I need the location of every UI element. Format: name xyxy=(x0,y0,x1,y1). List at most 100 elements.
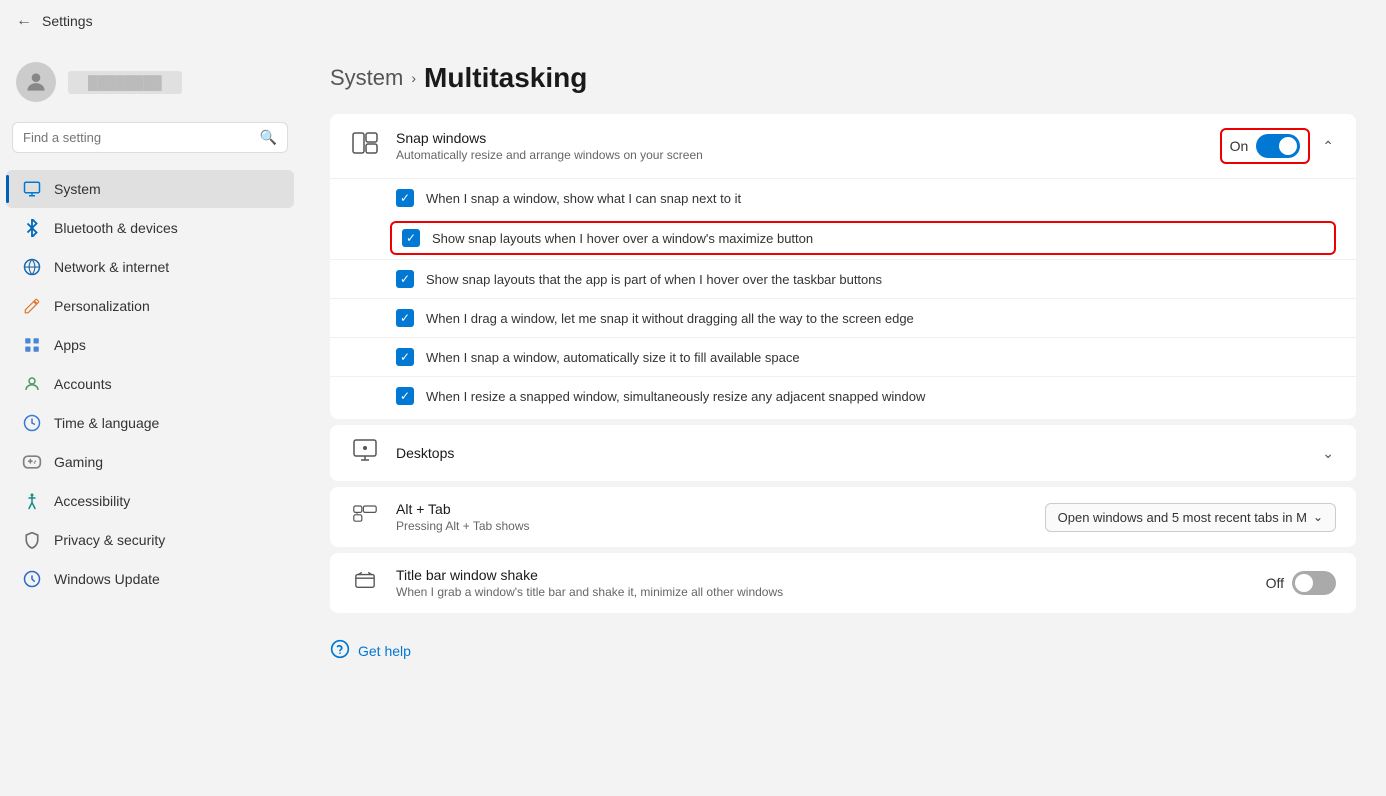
network-icon xyxy=(22,257,42,277)
sidebar-item-time[interactable]: Time & language xyxy=(6,404,294,442)
snap-toggle-box[interactable]: On xyxy=(1220,128,1311,164)
alt-tab-header: ↹ Alt + Tab Pressing Alt + Tab shows Ope… xyxy=(330,487,1356,547)
checkbox-item-5: ✓ When I snap a window, automatically si… xyxy=(330,337,1356,376)
sidebar-item-label-time: Time & language xyxy=(54,415,159,431)
toggle-knob-shake xyxy=(1295,574,1313,592)
checkbox-6[interactable]: ✓ xyxy=(396,387,414,405)
sidebar-item-personalization[interactable]: Personalization xyxy=(6,287,294,325)
snap-windows-icon xyxy=(350,132,380,160)
title-bar-shake-toggle-container: Off xyxy=(1266,571,1336,595)
alt-tab-title: Alt + Tab xyxy=(396,501,1029,517)
snap-windows-header[interactable]: Snap windows Automatically resize and ar… xyxy=(330,114,1356,178)
search-icon: 🔍 xyxy=(260,129,277,146)
snap-windows-right: On ⌃ xyxy=(1220,128,1336,164)
title-bar-shake-toggle[interactable] xyxy=(1292,571,1336,595)
alt-tab-dropdown[interactable]: Open windows and 5 most recent tabs in M… xyxy=(1045,503,1336,532)
sidebar-item-label-apps: Apps xyxy=(54,337,86,353)
sidebar-item-update[interactable]: Windows Update xyxy=(6,560,294,598)
sidebar-item-label-gaming: Gaming xyxy=(54,454,103,470)
snap-toggle-label: On xyxy=(1230,138,1249,154)
snap-windows-toggle[interactable] xyxy=(1256,134,1300,158)
checkbox-label-1: When I snap a window, show what I can sn… xyxy=(426,191,741,206)
dropdown-chevron-icon: ⌄ xyxy=(1313,510,1323,524)
alt-tab-right: Open windows and 5 most recent tabs in M… xyxy=(1045,503,1336,532)
sidebar-item-privacy[interactable]: Privacy & security xyxy=(6,521,294,559)
get-help-section[interactable]: Get help xyxy=(330,619,1356,682)
app-title: Settings xyxy=(42,13,93,29)
get-help-label: Get help xyxy=(358,643,411,659)
title-bar-shake-card: Title bar window shake When I grab a win… xyxy=(330,553,1356,613)
sidebar-item-system[interactable]: System xyxy=(6,170,294,208)
sidebar-item-apps[interactable]: Apps xyxy=(6,326,294,364)
breadcrumb-system[interactable]: System xyxy=(330,65,403,91)
svg-text:↹: ↹ xyxy=(355,511,358,515)
sidebar-item-label-accessibility: Accessibility xyxy=(54,493,130,509)
time-icon xyxy=(22,413,42,433)
snap-windows-text: Snap windows Automatically resize and ar… xyxy=(396,130,1204,162)
title-bar-shake-title: Title bar window shake xyxy=(396,567,1250,583)
sidebar-item-label-system: System xyxy=(54,181,101,197)
nav-menu: System Bluetooth & devices Network & xyxy=(0,169,300,599)
personalization-icon xyxy=(22,296,42,316)
sidebar-item-label-update: Windows Update xyxy=(54,571,160,587)
alt-tab-text: Alt + Tab Pressing Alt + Tab shows xyxy=(396,501,1029,533)
snap-windows-title: Snap windows xyxy=(396,130,1204,146)
checkbox-label-4: When I drag a window, let me snap it wit… xyxy=(426,311,914,326)
checkbox-item-6: ✓ When I resize a snapped window, simult… xyxy=(330,376,1356,419)
checkbox-1[interactable]: ✓ xyxy=(396,189,414,207)
gaming-icon xyxy=(22,452,42,472)
checkbox-2[interactable]: ✓ xyxy=(402,229,420,247)
page-title: Multitasking xyxy=(424,62,587,94)
sidebar-item-network[interactable]: Network & internet xyxy=(6,248,294,286)
checkbox-item-1: ✓ When I snap a window, show what I can … xyxy=(330,178,1356,217)
alt-tab-subtitle: Pressing Alt + Tab shows xyxy=(396,519,1029,533)
toggle-knob xyxy=(1279,137,1297,155)
sidebar-item-accounts[interactable]: Accounts xyxy=(6,365,294,403)
checkbox-label-6: When I resize a snapped window, simultan… xyxy=(426,389,925,404)
get-help-icon xyxy=(330,639,350,662)
sidebar-item-gaming[interactable]: Gaming xyxy=(6,443,294,481)
content-area: System › Multitasking Snap windows Autom… xyxy=(300,42,1386,796)
title-bar-shake-header: Title bar window shake When I grab a win… xyxy=(330,553,1356,613)
checkbox-label-2: Show snap layouts when I hover over a wi… xyxy=(432,231,813,246)
desktops-icon xyxy=(350,439,380,467)
avatar xyxy=(16,62,56,102)
sidebar-item-label-privacy: Privacy & security xyxy=(54,532,165,548)
checkbox-5[interactable]: ✓ xyxy=(396,348,414,366)
checkbox-label-5: When I snap a window, automatically size… xyxy=(426,350,800,365)
search-box[interactable]: 🔍 xyxy=(12,122,288,153)
sidebar-item-label-bluetooth: Bluetooth & devices xyxy=(54,220,178,236)
sidebar-item-accessibility[interactable]: Accessibility xyxy=(6,482,294,520)
update-icon xyxy=(22,569,42,589)
desktops-expand-button[interactable]: ⌄ xyxy=(1320,443,1336,464)
desktops-header[interactable]: Desktops ⌄ xyxy=(330,425,1356,481)
snap-windows-expand-button[interactable]: ⌃ xyxy=(1320,136,1336,157)
alt-tab-icon: ↹ xyxy=(350,503,380,531)
apps-icon xyxy=(22,335,42,355)
checkbox-4[interactable]: ✓ xyxy=(396,309,414,327)
sidebar-item-label-personalization: Personalization xyxy=(54,298,150,314)
snap-windows-card: Snap windows Automatically resize and ar… xyxy=(330,114,1356,419)
sidebar: ████████ 🔍 System xyxy=(0,42,300,796)
desktops-right: ⌄ xyxy=(1320,443,1336,464)
title-bar: ← Settings xyxy=(0,0,1386,42)
main-layout: ████████ 🔍 System xyxy=(0,42,1386,796)
snap-windows-subtitle: Automatically resize and arrange windows… xyxy=(396,148,1204,162)
sidebar-item-label-network: Network & internet xyxy=(54,259,169,275)
checkbox-item-4: ✓ When I drag a window, let me snap it w… xyxy=(330,298,1356,337)
system-icon xyxy=(22,179,42,199)
desktops-text: Desktops xyxy=(396,445,1304,461)
privacy-icon xyxy=(22,530,42,550)
sidebar-item-label-accounts: Accounts xyxy=(54,376,112,392)
back-button[interactable]: ← xyxy=(16,12,32,30)
checkbox-3[interactable]: ✓ xyxy=(396,270,414,288)
alt-tab-dropdown-value: Open windows and 5 most recent tabs in M xyxy=(1058,510,1307,525)
title-bar-shake-right: Off xyxy=(1266,571,1336,595)
title-bar-shake-toggle-label: Off xyxy=(1266,575,1284,591)
sidebar-item-bluetooth[interactable]: Bluetooth & devices xyxy=(6,209,294,247)
checkbox-item-3: ✓ Show snap layouts that the app is part… xyxy=(330,259,1356,298)
title-bar-shake-subtitle: When I grab a window's title bar and sha… xyxy=(396,585,1250,599)
desktops-title: Desktops xyxy=(396,445,1304,461)
checkbox-label-3: Show snap layouts that the app is part o… xyxy=(426,272,882,287)
search-input[interactable] xyxy=(23,130,252,145)
